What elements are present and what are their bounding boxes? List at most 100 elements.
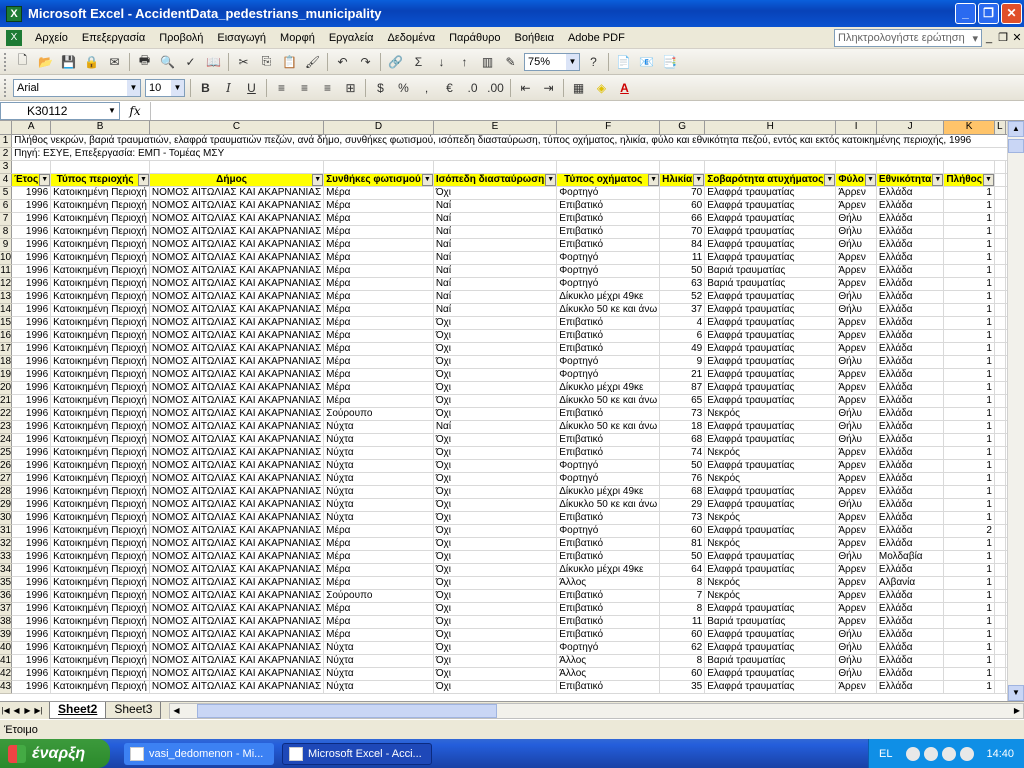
column-header[interactable]: F	[556, 121, 661, 135]
cell[interactable]: Κατοικημένη Περιοχή	[50, 667, 150, 681]
decrease-indent-icon[interactable]: ⇤	[515, 78, 536, 98]
cell[interactable]: Κατοικημένη Περιοχή	[50, 199, 150, 213]
header-cell[interactable]: Τύπος περιοχής ▼	[50, 173, 150, 187]
menu-item[interactable]: Εισαγωγή	[210, 32, 273, 44]
print-icon[interactable]: 🖶	[134, 52, 155, 72]
cell[interactable]: Ελλάδα	[876, 654, 945, 668]
cell[interactable]: ΝΟΜΟΣ ΑΙΤΩΛΙΑΣ ΚΑΙ ΑΚΑΡΝΑΝΙΑΣ	[149, 628, 325, 642]
filter-dropdown-icon[interactable]: ▼	[982, 173, 994, 185]
copy-icon[interactable]: ⎘	[256, 52, 277, 72]
security-tray-icon[interactable]	[942, 746, 957, 761]
cell[interactable]: Μέρα	[323, 602, 434, 616]
cell[interactable]: Ελλάδα	[876, 628, 945, 642]
header-cell[interactable]: Δήμος ▼	[149, 173, 325, 187]
row-header[interactable]: 25	[0, 446, 13, 460]
cell[interactable]: 1996	[11, 589, 52, 603]
underline-icon[interactable]: U	[241, 78, 262, 98]
row-header[interactable]: 21	[0, 394, 13, 408]
cell[interactable]: ΝΟΜΟΣ ΑΙΤΩΛΙΑΣ ΚΑΙ ΑΚΑΡΝΑΝΙΑΣ	[149, 602, 325, 616]
cell[interactable]: 1996	[11, 381, 52, 395]
cell[interactable]: Ελαφρά τραυματίας	[704, 199, 837, 213]
cell[interactable]: 1996	[11, 472, 52, 486]
cell[interactable]: Ελαφρά τραυματίας	[704, 225, 837, 239]
cell[interactable]: Δίκυκλο 50 κε και άνω	[556, 420, 661, 434]
cell[interactable]: 1	[943, 342, 995, 356]
cell[interactable]: ΝΟΜΟΣ ΑΙΤΩΛΙΑΣ ΚΑΙ ΑΚΑΡΝΑΝΙΑΣ	[149, 277, 325, 291]
horizontal-scrollbar[interactable]: ◀ ▶	[169, 702, 1024, 719]
cell[interactable]: Ελλάδα	[876, 537, 945, 551]
cell[interactable]: 1996	[11, 459, 52, 473]
cell[interactable]: Όχι	[433, 589, 558, 603]
cell[interactable]: 1996	[11, 186, 52, 200]
cell[interactable]: Νύχτα	[323, 420, 434, 434]
cell[interactable]	[876, 160, 945, 174]
cell[interactable]: 1996	[11, 212, 52, 226]
sort-descending-icon[interactable]: ↑	[454, 52, 475, 72]
cell[interactable]: Ελλάδα	[876, 225, 945, 239]
spelling-icon[interactable]: ✓	[180, 52, 201, 72]
row-header[interactable]: 18	[0, 355, 13, 369]
cell[interactable]: 1996	[11, 368, 52, 382]
row-header[interactable]: 2	[0, 147, 13, 161]
cell[interactable]: 1	[943, 615, 995, 629]
header-cell[interactable]: Ηλικία ▼	[659, 173, 706, 187]
cell[interactable]	[994, 550, 1006, 564]
column-header[interactable]: G	[659, 121, 706, 135]
cell[interactable]: 1996	[11, 316, 52, 330]
cell[interactable]: Μέρα	[323, 394, 434, 408]
column-header[interactable]: I	[835, 121, 877, 135]
cell[interactable]: Κατοικημένη Περιοχή	[50, 498, 150, 512]
cell[interactable]: Μέρα	[323, 368, 434, 382]
filter-dropdown-icon[interactable]: ▼	[693, 173, 704, 185]
row-header[interactable]: 43	[0, 680, 13, 694]
cell[interactable]: Κατοικημένη Περιοχή	[50, 407, 150, 421]
cell[interactable]: Όχι	[433, 407, 558, 421]
cell[interactable]: Κατοικημένη Περιοχή	[50, 381, 150, 395]
cell[interactable]: Θήλυ	[835, 238, 877, 252]
row-header[interactable]: 17	[0, 342, 13, 356]
row-header[interactable]: 31	[0, 524, 13, 538]
cell[interactable]: Άρρεν	[835, 472, 877, 486]
align-right-icon[interactable]: ≡	[317, 78, 338, 98]
cell[interactable]: 6	[659, 329, 706, 343]
align-left-icon[interactable]: ≡	[271, 78, 292, 98]
cell[interactable]	[994, 199, 1006, 213]
prev-sheet-icon[interactable]: ◀	[11, 706, 22, 715]
cell[interactable]: Ελαφρά τραυματίας	[704, 342, 837, 356]
cell[interactable]	[994, 173, 1006, 187]
cell[interactable]: Επιβατικό	[556, 511, 661, 525]
cell[interactable]: Ελαφρά τραυματίας	[704, 355, 837, 369]
cell[interactable]: Κατοικημένη Περιοχή	[50, 251, 150, 265]
cell[interactable]: Ελαφρά τραυματίας	[704, 667, 837, 681]
cell[interactable]: Όχι	[433, 511, 558, 525]
cell[interactable]: ΝΟΜΟΣ ΑΙΤΩΛΙΑΣ ΚΑΙ ΑΚΑΡΝΑΝΙΑΣ	[149, 329, 325, 343]
column-header[interactable]: E	[433, 121, 558, 135]
cell[interactable]: Άλλος	[556, 576, 661, 590]
cell[interactable]: Κατοικημένη Περιοχή	[50, 537, 150, 551]
cell[interactable]: Ναί	[433, 420, 558, 434]
row-header[interactable]: 24	[0, 433, 13, 447]
cell[interactable]: Μέρα	[323, 329, 434, 343]
scroll-right-arrow-icon[interactable]: ▶	[1011, 706, 1023, 715]
cell[interactable]: Ελλάδα	[876, 511, 945, 525]
cell[interactable]: 76	[659, 472, 706, 486]
cell[interactable]	[994, 303, 1006, 317]
cell[interactable]: Ελλάδα	[876, 667, 945, 681]
cell[interactable]: 1	[943, 238, 995, 252]
filter-dropdown-icon[interactable]: ▼	[648, 173, 659, 185]
cell[interactable]: 37	[659, 303, 706, 317]
cell[interactable]: Μέρα	[323, 303, 434, 317]
cell[interactable]: Όχι	[433, 680, 558, 694]
cell[interactable]: Ελλάδα	[876, 563, 945, 577]
cell[interactable]: Ναί	[433, 251, 558, 265]
cell[interactable]: Ελλάδα	[876, 394, 945, 408]
cell[interactable]: 1	[943, 667, 995, 681]
cell[interactable]: Όχι	[433, 342, 558, 356]
row-header[interactable]: 15	[0, 316, 13, 330]
select-all-corner[interactable]	[0, 121, 13, 135]
cell[interactable]: Άρρεν	[835, 186, 877, 200]
cell[interactable]: Όχι	[433, 654, 558, 668]
cell[interactable]: Ναί	[433, 225, 558, 239]
header-cell[interactable]: Τύπος οχήματος ▼	[556, 173, 661, 187]
cell[interactable]: 8	[659, 576, 706, 590]
